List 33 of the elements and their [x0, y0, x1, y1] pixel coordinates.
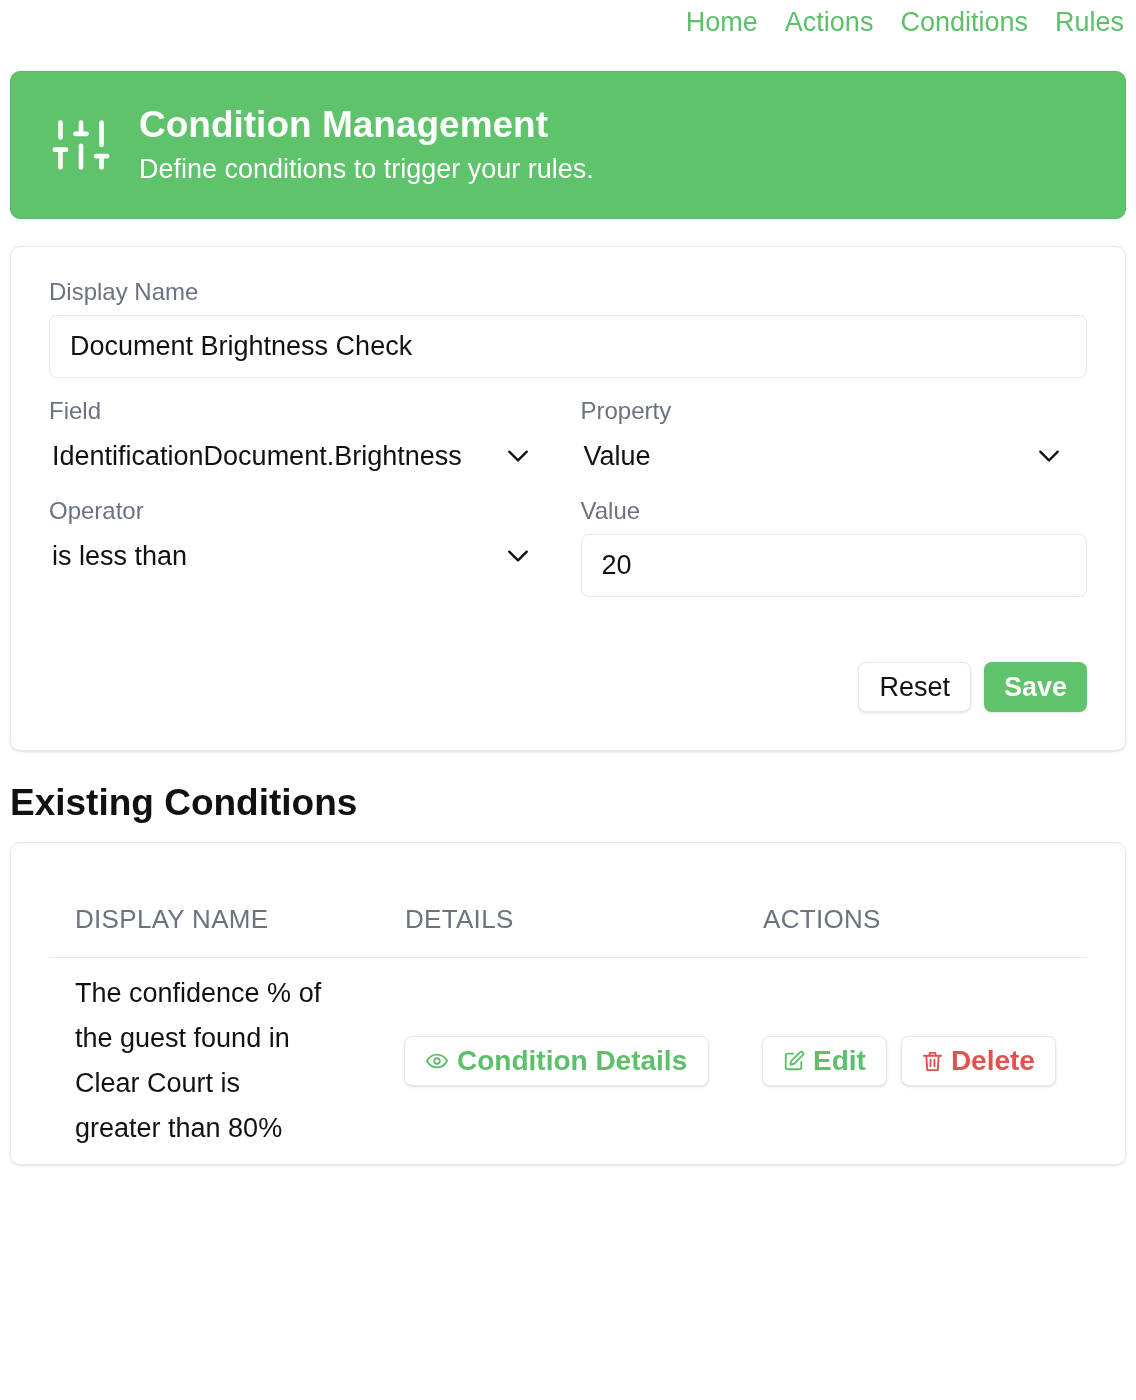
- eye-icon: [426, 1053, 448, 1069]
- table-cell-text: The confidence % of the guest found in Clear Court is greater than 80%: [74, 977, 323, 1145]
- section-heading: Existing Conditions: [10, 781, 359, 825]
- column-header: DETAILS: [404, 902, 515, 936]
- delete-button[interactable]: Delete: [900, 1036, 1056, 1086]
- field-label: Field: [49, 396, 103, 426]
- dropdown[interactable]: Value: [580, 434, 1087, 478]
- nav-link[interactable]: Conditions: [900, 6, 1028, 38]
- nav-link[interactable]: Rules: [1054, 6, 1124, 38]
- chevron-down-icon: [1037, 449, 1061, 463]
- field-label: Display Name: [49, 277, 200, 307]
- save-button[interactable]: Save: [983, 662, 1087, 712]
- trash-icon: [921, 1049, 943, 1073]
- field-label: Value: [580, 496, 642, 526]
- text-field[interactable]: 20: [580, 534, 1087, 597]
- chevron-down-icon: [505, 549, 530, 563]
- sliders-icon: [52, 117, 110, 173]
- field-label: Property: [580, 396, 673, 426]
- nav-link[interactable]: Actions: [784, 6, 874, 38]
- condition-details-button[interactable]: Condition Details: [404, 1036, 710, 1086]
- dropdown[interactable]: is less than: [49, 534, 556, 578]
- page-title: Condition Management: [139, 103, 550, 147]
- column-header: DISPLAY NAME: [74, 902, 270, 936]
- text-field[interactable]: Document Brightness Check: [49, 315, 1087, 378]
- chevron-down-icon: [505, 449, 530, 463]
- edit-button[interactable]: Edit: [762, 1036, 887, 1086]
- page-subtitle: Define conditions to trigger your rules.: [139, 153, 594, 186]
- nav-link[interactable]: Home: [685, 6, 758, 38]
- reset-button[interactable]: Reset: [858, 662, 971, 712]
- dropdown[interactable]: IdentificationDocument.Brightness: [49, 434, 556, 478]
- pencil-square-icon: [783, 1050, 805, 1072]
- field-label: Operator: [49, 496, 145, 526]
- column-header: ACTIONS: [762, 902, 882, 936]
